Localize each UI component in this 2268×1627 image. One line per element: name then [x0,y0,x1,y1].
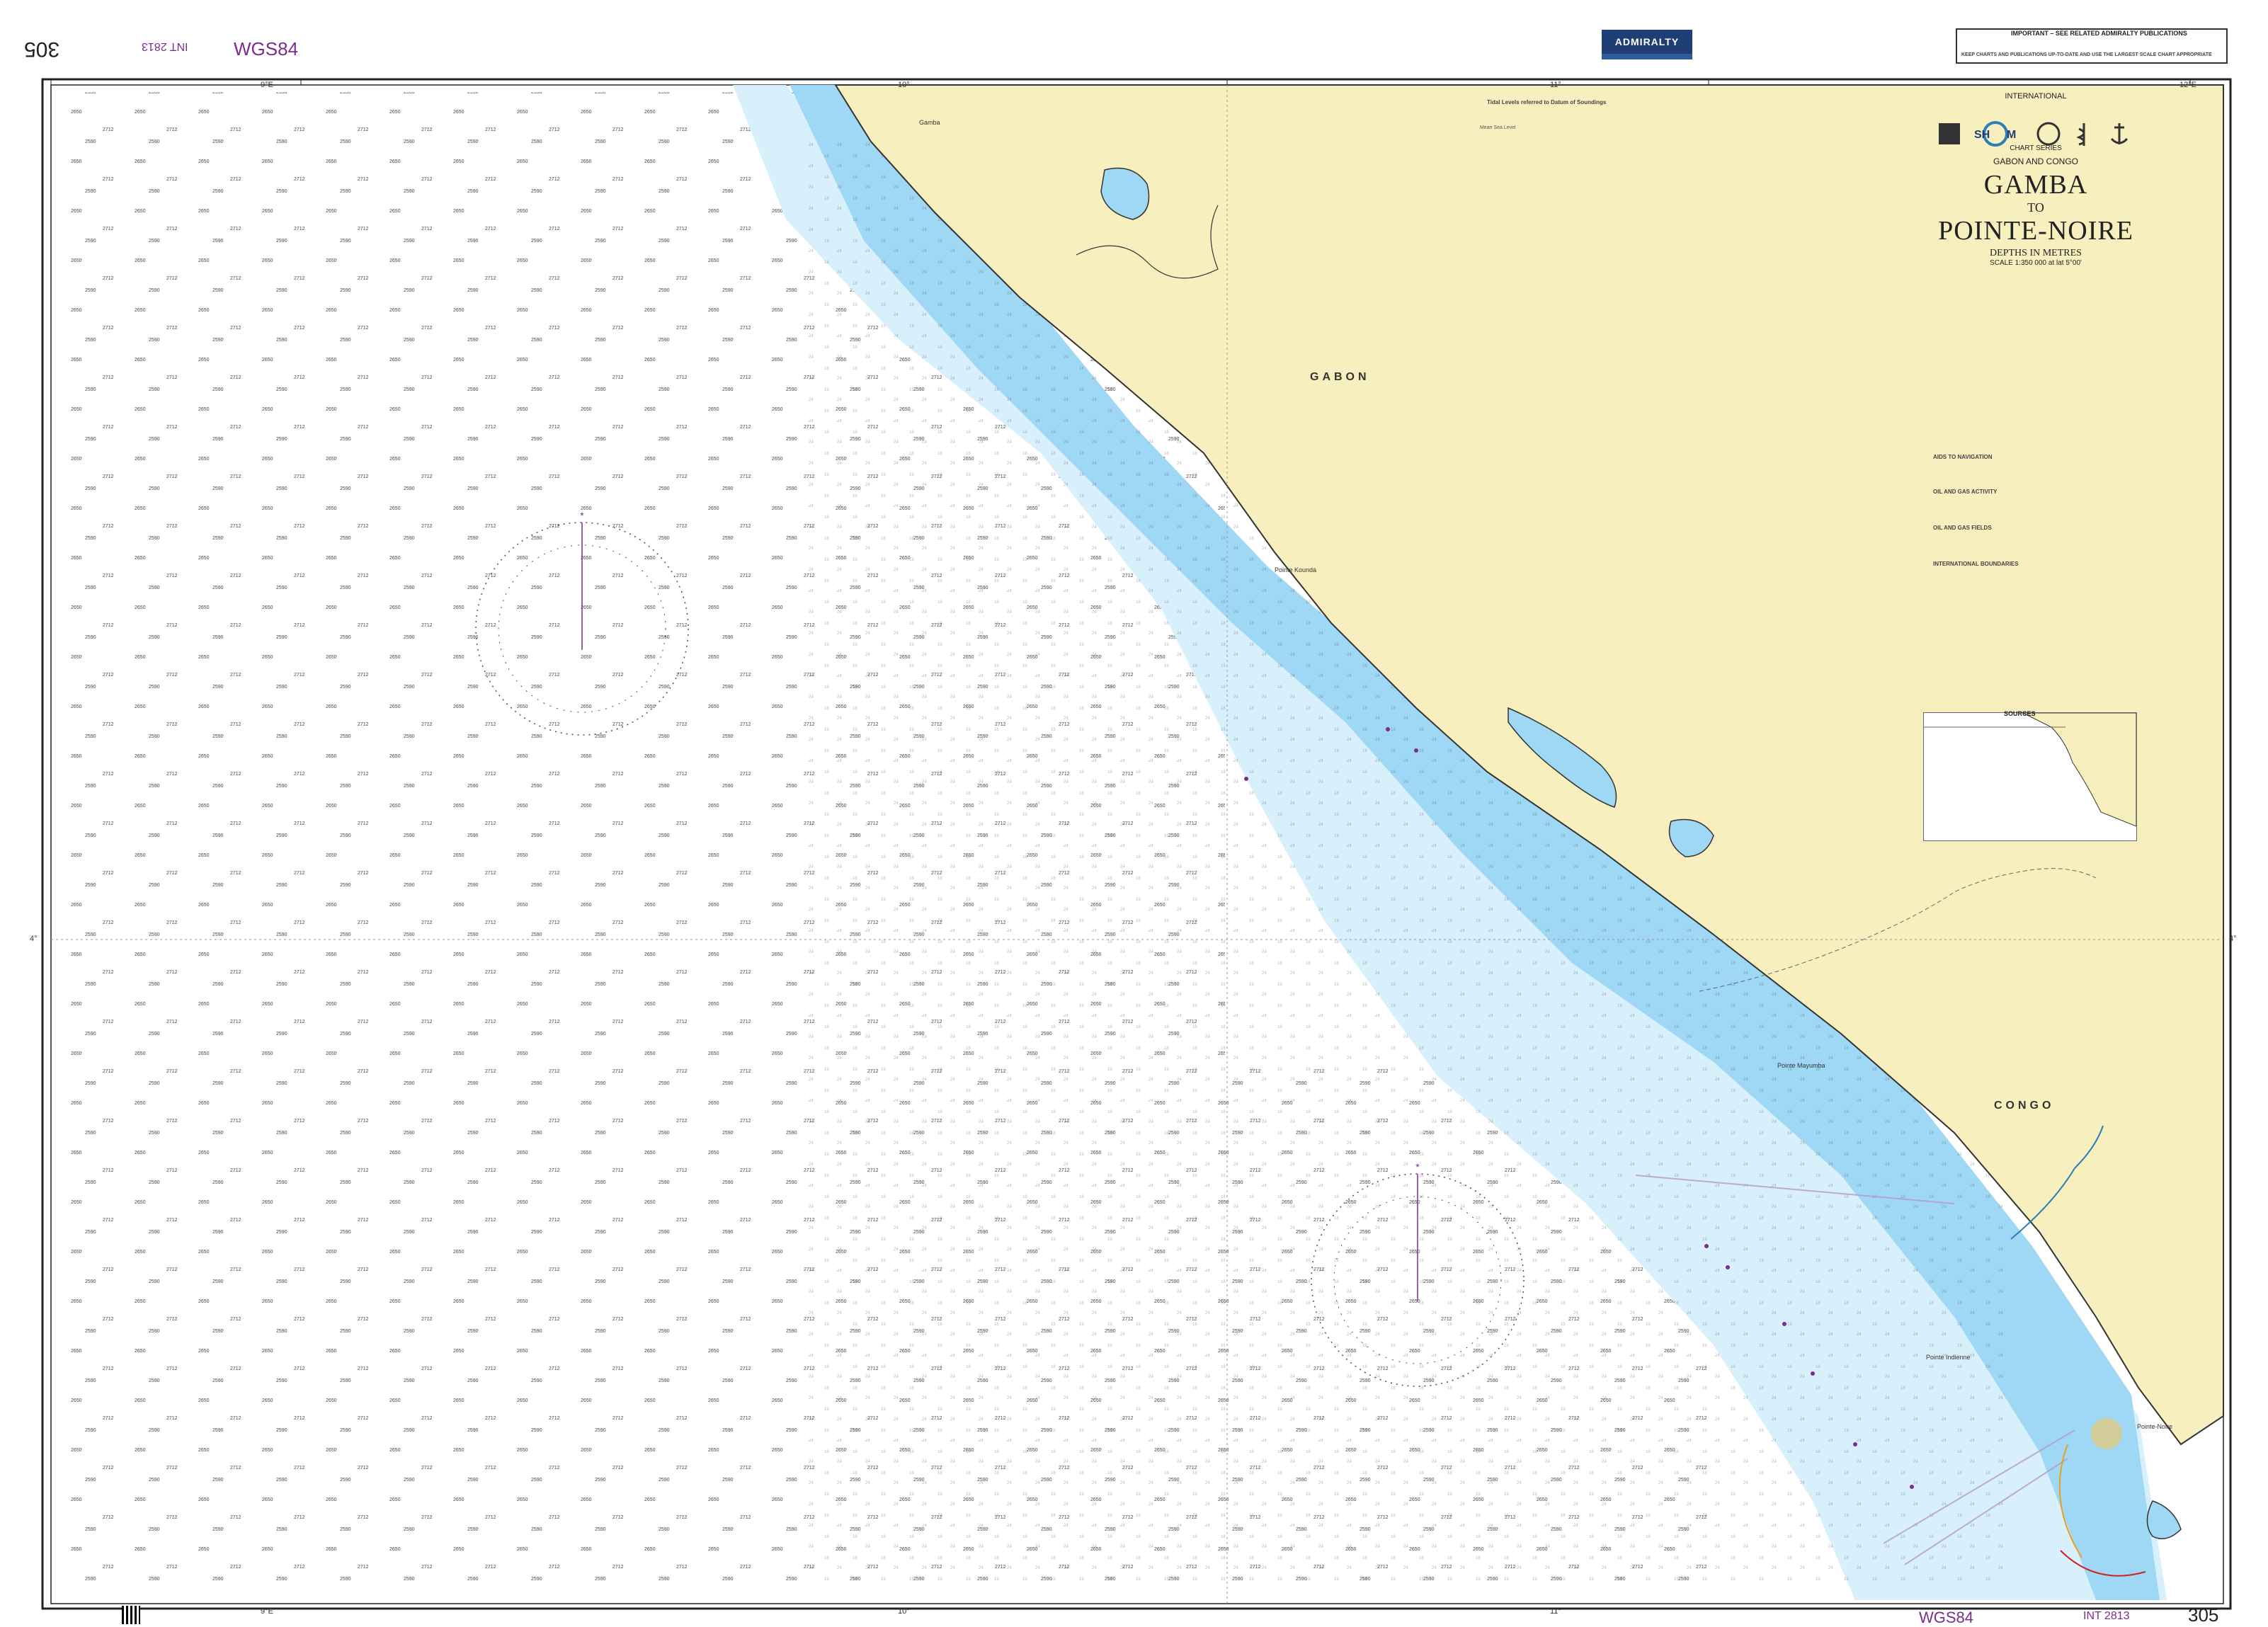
lon-label-10: 10° [898,81,910,89]
sources-diagram-graphic [1924,712,2137,827]
international-boundaries-heading: INTERNATIONAL BOUNDARIES [1933,561,2019,567]
pointe-noire-anchorage-symbol [2091,1418,2122,1449]
mean-sea-level-label: Mean Sea Level [1480,125,1516,130]
int-number-top: INT 2813 [142,40,188,52]
title-depths: DEPTHS IN METRES [1990,248,2082,258]
agency-logos: SH M [1939,121,2129,147]
title-scale: SCALE 1:350 000 at lat 5°00' [1990,259,2082,267]
tidal-levels-title: Tidal Levels referred to Datum of Soundi… [1487,99,1607,105]
title-international: INTERNATIONAL [2005,92,2067,101]
title-country: GABON AND CONGO [1993,156,2079,166]
oil-gas-fields-heading: OIL AND GAS FIELDS [1933,525,1992,531]
qr-code-icon [122,1606,140,1624]
anchor-icon [2110,123,2129,144]
admiralty-logo: ADMIRALTY [1602,30,1692,54]
place-pointe-mayumba: Pointe Mayumba [1777,1062,1825,1069]
title-to: TO [2027,200,2044,215]
svg-text:*: * [580,510,584,521]
lon-label-12: 12°E [2179,81,2196,89]
title-block: INTERNATIONAL CHART SERIES GABON AND CON… [1915,92,2156,267]
chart-number-top: 305 [24,38,60,61]
chart-number-bottom: 305 [2188,1604,2219,1626]
land-label-gabon: GABON [1310,371,1370,383]
svg-text:M: M [2007,129,2016,141]
lat-label-4-left: 4° [30,935,38,943]
sources-diagram [1923,712,2137,841]
place-gamba: Gamba [919,119,940,126]
lon-label-10-bottom: 10° [898,1607,910,1616]
gabon-arms-icon [1939,123,1960,144]
land-label-congo: CONGO [1994,1100,2055,1112]
place-pointe-noire: Pointe-Noire [2137,1423,2173,1430]
place-pointe-indienne: Pointe Indienne [1926,1354,1971,1361]
svg-text:SH: SH [1974,129,1990,141]
datum-bottom: WGS84 [1919,1609,1974,1626]
lon-label-9-bottom: 9°E [261,1607,273,1616]
int-number-bottom: INT 2813 [2083,1610,2130,1622]
title-gamba: GAMBA [1983,170,2088,200]
lon-label-11: 11° [1550,81,1561,89]
keep-charts-notice: KEEP CHARTS AND PUBLICATIONS UP-TO-DATE … [1961,52,2212,57]
datum-top: WGS84 [234,38,299,59]
congo-arms-icon [2036,122,2061,146]
lon-label-11-bottom: 11° [1550,1607,1561,1616]
sources-heading: SOURCES [2004,710,2036,717]
svg-text:*: * [1415,1161,1420,1172]
place-pointe-kounda: Pointe Kounda [1275,566,1317,573]
aids-to-navigation-heading: AIDS TO NAVIGATION [1933,454,1993,460]
related-publications-title: IMPORTANT – SEE RELATED ADMIRALTY PUBLIC… [2011,30,2187,37]
lat-label-4-right: 4° [2229,935,2237,943]
lon-label-9: 9°E [261,81,273,89]
admiralty-logo-bar [1602,54,1692,59]
caduceus-icon [2076,123,2085,146]
title-pointe-noire: POINTE-NOIRE [1938,216,2133,246]
oil-gas-activity-heading: OIL AND GAS ACTIVITY [1933,489,1998,495]
